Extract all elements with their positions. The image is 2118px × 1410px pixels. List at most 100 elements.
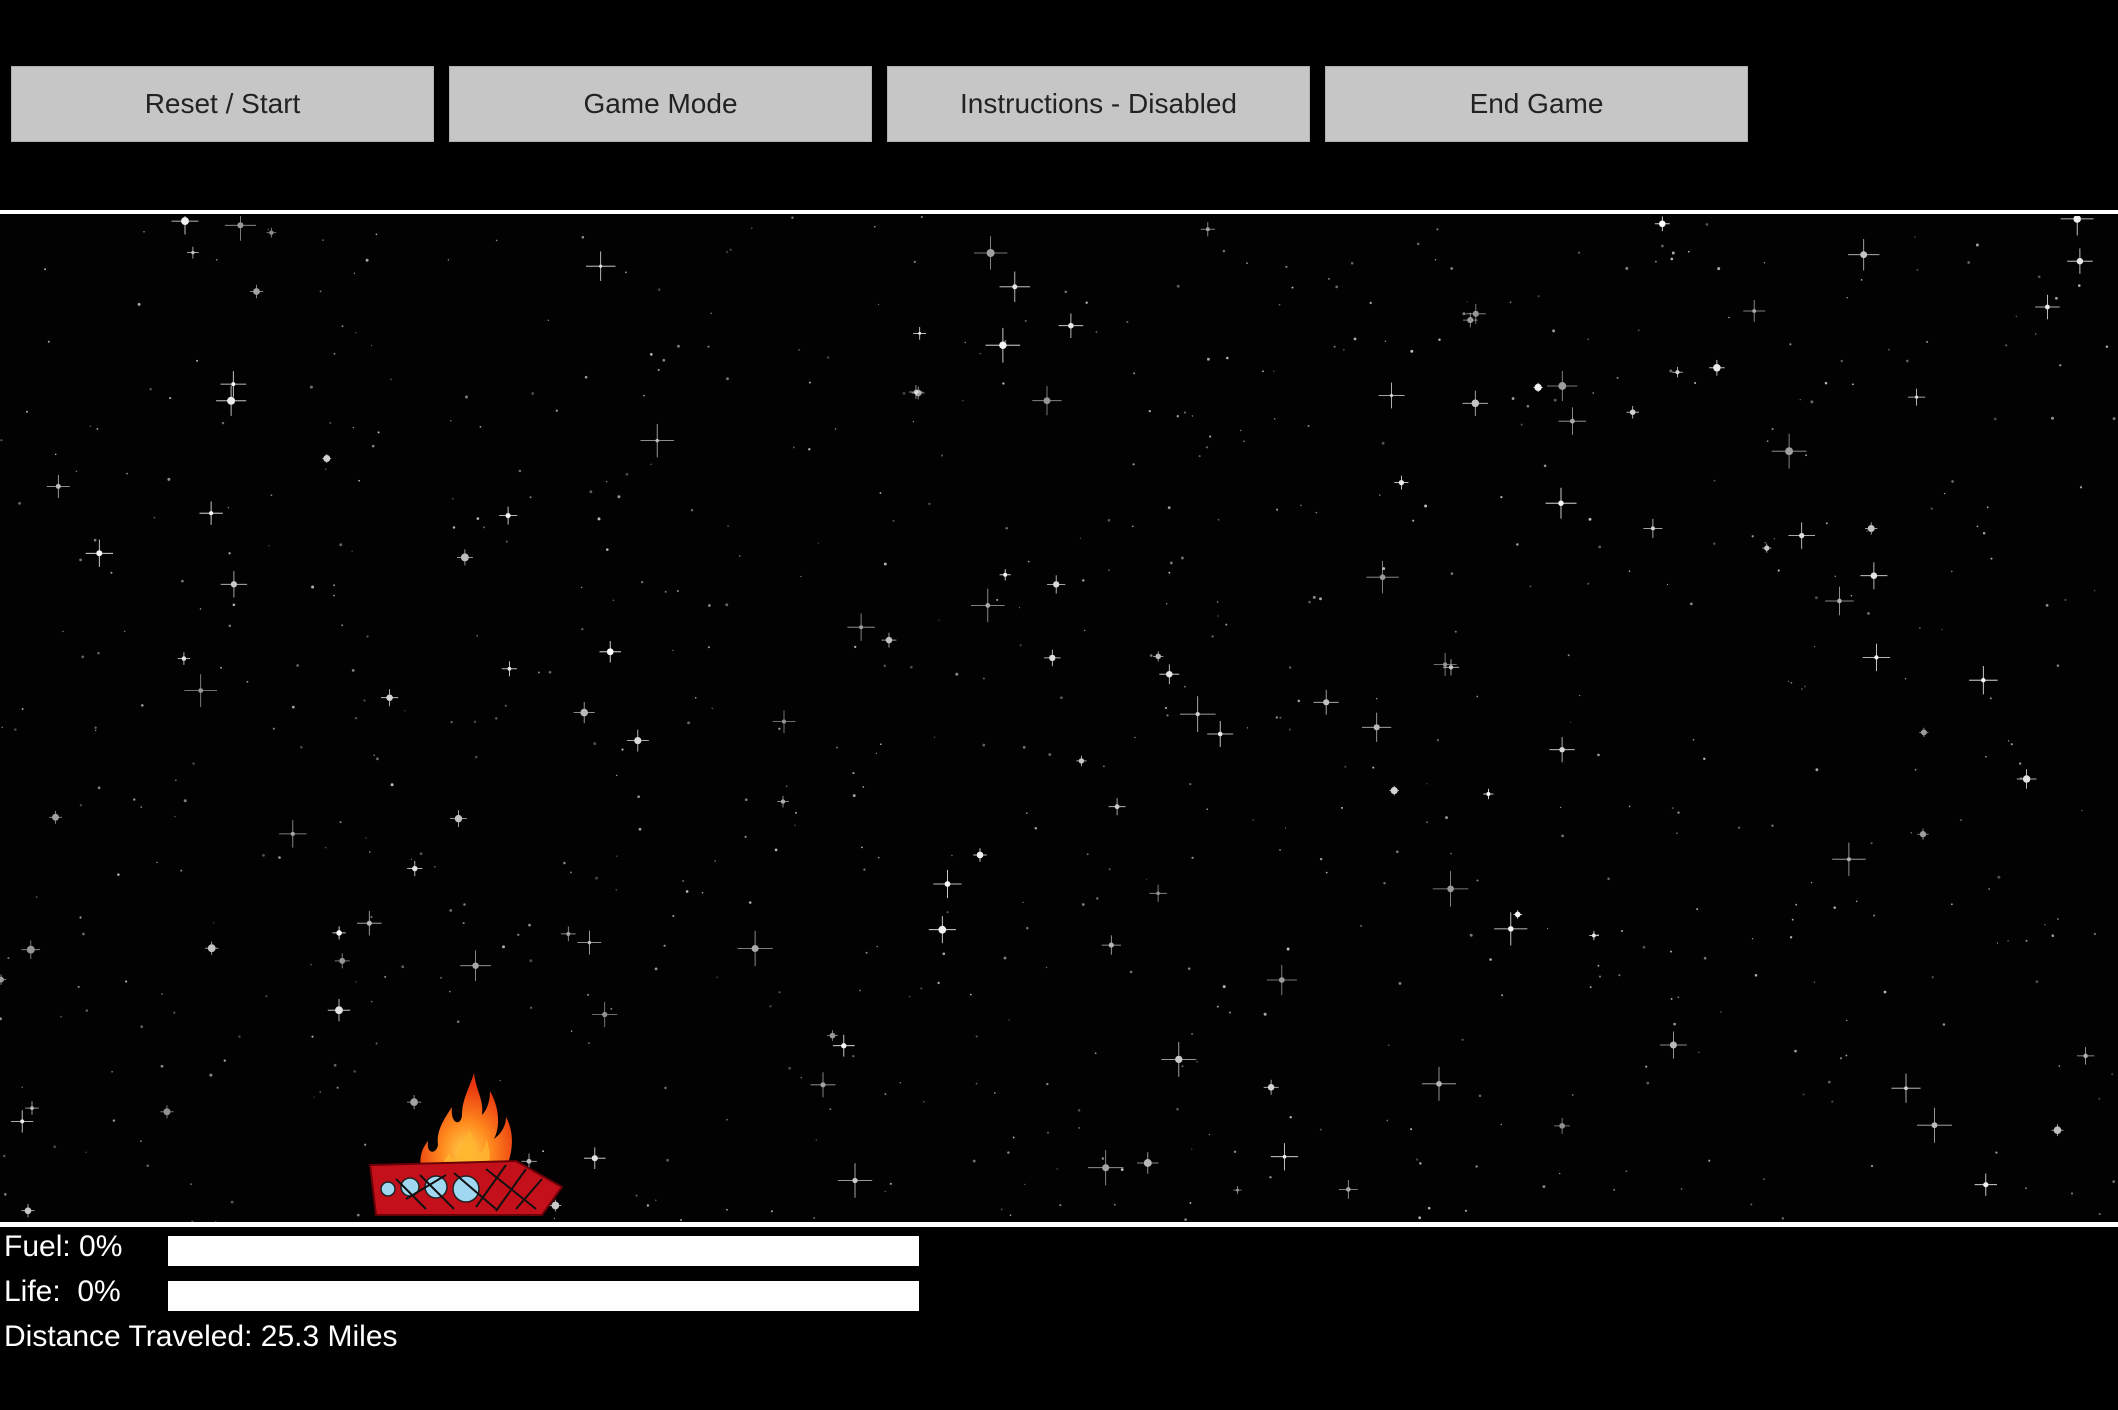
star [1273, 418, 1276, 420]
star [336, 1086, 339, 1089]
star [433, 865, 436, 868]
star [161, 993, 163, 995]
star [1930, 507, 1933, 510]
star [1217, 615, 1219, 617]
star [581, 627, 584, 631]
star [1959, 819, 1962, 822]
star [339, 543, 343, 547]
star [1587, 338, 1589, 340]
star [311, 1035, 314, 1038]
star [371, 444, 375, 448]
star [1216, 1005, 1219, 1008]
star [13, 728, 17, 731]
star [262, 854, 265, 857]
star [272, 727, 276, 730]
star [1191, 1148, 1193, 1150]
sparkle-star [1207, 721, 1234, 747]
star [1951, 480, 1954, 483]
star [682, 880, 684, 882]
star [625, 271, 627, 274]
star [643, 394, 645, 397]
star [1047, 1131, 1049, 1134]
star [1589, 986, 1592, 989]
reset-start-button[interactable]: Reset / Start [11, 66, 434, 142]
star [739, 555, 741, 557]
star [356, 1213, 360, 1217]
sparkle-star [1433, 653, 1457, 676]
star [666, 1158, 669, 1162]
star [951, 854, 953, 857]
sparkle-star [249, 284, 264, 299]
star [1418, 1216, 1422, 1220]
star [2025, 939, 2028, 942]
star [1384, 340, 1386, 342]
star [1713, 479, 1716, 482]
star [716, 976, 718, 979]
star [1828, 1080, 1831, 1084]
sparkle-star [881, 632, 897, 648]
end-game-button[interactable]: End Game [1325, 66, 1748, 142]
star [1107, 518, 1111, 522]
star [482, 526, 486, 529]
star [1132, 463, 1135, 466]
star [462, 922, 465, 925]
star [1592, 392, 1595, 394]
game-mode-button[interactable]: Game Mode [449, 66, 872, 142]
star [862, 786, 865, 788]
star [325, 468, 327, 470]
star [355, 332, 357, 334]
star [1191, 856, 1194, 860]
star [1216, 601, 1219, 603]
sparkle-star [1362, 712, 1392, 742]
star [1728, 316, 1730, 319]
star [96, 427, 99, 430]
game-canvas[interactable] [0, 216, 2118, 1222]
star [1994, 417, 1997, 421]
sparkle-star [199, 501, 223, 525]
star [778, 991, 781, 994]
star [1286, 947, 1290, 951]
star [829, 1108, 832, 1111]
star [265, 995, 268, 998]
star [1645, 1065, 1648, 1068]
star [452, 526, 456, 529]
star [2105, 345, 2109, 348]
star [270, 494, 273, 497]
star [1814, 646, 1816, 648]
star [1291, 286, 1294, 289]
star [1846, 297, 1848, 299]
sparkle-star [1533, 382, 1543, 392]
sparkle-star [1558, 407, 1587, 435]
star [1262, 370, 1264, 373]
star [1552, 329, 1556, 333]
star [1910, 832, 1912, 834]
star [1184, 1218, 1187, 1221]
star [94, 726, 97, 729]
star [183, 799, 187, 803]
sparkle-star [1047, 575, 1066, 594]
star [1628, 805, 1631, 808]
star [1003, 956, 1007, 960]
star [1476, 879, 1479, 882]
star [672, 914, 675, 918]
star [1669, 369, 1673, 373]
star [53, 1145, 57, 1149]
star [1319, 597, 1322, 601]
star [694, 696, 697, 699]
star [1789, 343, 1792, 346]
star [341, 325, 344, 328]
sparkle-star [974, 236, 1008, 270]
star [677, 344, 680, 348]
star [2111, 1073, 2114, 1076]
star [1914, 768, 1917, 771]
star [1307, 424, 1310, 428]
star [1867, 611, 1870, 615]
instructions-button[interactable]: Instructions - Disabled [887, 66, 1310, 142]
star [1056, 1168, 1059, 1170]
sparkle-star [1545, 487, 1577, 519]
sparkle-star [626, 729, 649, 752]
star [969, 993, 972, 996]
star [1315, 511, 1318, 514]
star [1369, 301, 1372, 305]
star [173, 1011, 176, 1014]
